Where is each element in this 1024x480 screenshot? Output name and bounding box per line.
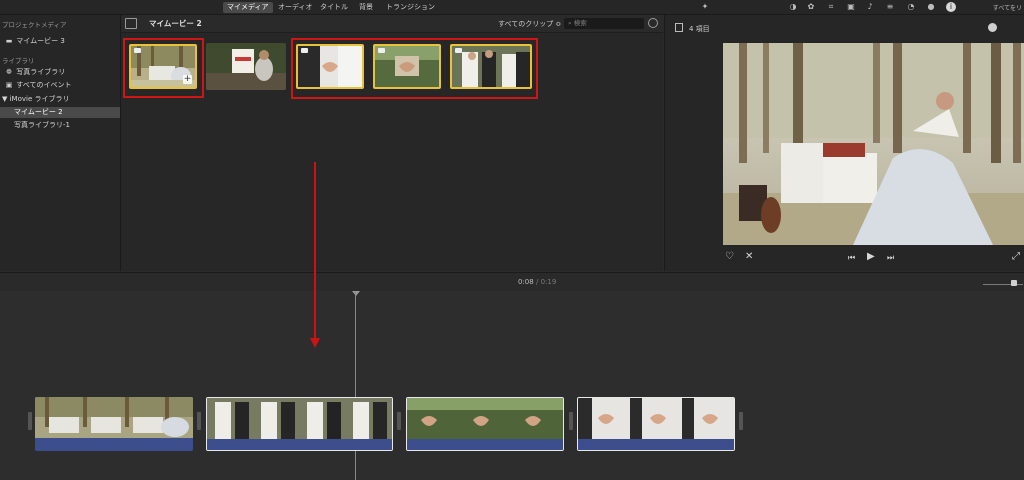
project-media-header: プロジェクトメディア: [2, 21, 67, 29]
clip-trim-handle[interactable]: [569, 412, 573, 430]
play-icon[interactable]: ▶: [867, 251, 875, 262]
sidebar-item-label: 写真ライブラリ: [16, 68, 66, 76]
total-time: 0:19: [540, 278, 557, 286]
timeline-clip-couple[interactable]: [206, 397, 393, 451]
audio-waveform: [207, 439, 392, 450]
clip-trim-handle[interactable]: [28, 412, 32, 430]
crop-icon[interactable]: ⌗: [826, 2, 836, 12]
tab-backgrounds[interactable]: 背景: [355, 2, 377, 13]
tea-party-frames: [35, 397, 193, 438]
sidebar-event-selected[interactable]: マイムービー 2: [0, 107, 120, 118]
info-icon[interactable]: i: [946, 2, 956, 12]
annotation-arrow-head: [310, 338, 320, 348]
current-time: 0:08: [518, 278, 534, 286]
fullscreen-icon[interactable]: ⤢: [1012, 251, 1020, 262]
item-count: 4 項目: [689, 25, 710, 33]
sidebar-item-label: すべてのイベント: [16, 81, 72, 89]
stabilization-icon[interactable]: ▣: [846, 2, 856, 12]
photos-icon: ❁: [6, 68, 12, 76]
couple-frames: [207, 398, 392, 439]
sidebar-item-photos[interactable]: ❁ 写真ライブラリ: [0, 67, 120, 78]
project-timeline[interactable]: [0, 291, 1024, 480]
noise-reduction-icon[interactable]: ≡: [885, 2, 895, 12]
tab-audio[interactable]: オーディオ: [274, 2, 317, 13]
audio-waveform: [578, 439, 734, 450]
library-sidebar: プロジェクトメディア ▬ マイムービー 3 ライブラリ ❁ 写真ライブラリ ▣ …: [0, 15, 121, 271]
tab-transitions[interactable]: トランジション: [382, 2, 439, 13]
annotation-box-right: [291, 38, 538, 99]
timeline-clip-tea-party[interactable]: [35, 397, 193, 451]
color-palette-icon[interactable]: ✿: [806, 2, 816, 12]
preview-frame-image: [723, 43, 1024, 245]
volume-icon[interactable]: ♪: [865, 2, 875, 12]
gear-icon[interactable]: [648, 18, 658, 28]
skip-back-icon[interactable]: ⏮: [848, 253, 855, 263]
clock-icon[interactable]: [988, 23, 997, 32]
sidebar-imovie-library[interactable]: ▼ iMovie ライブラリ: [0, 94, 122, 105]
clip-filter-select[interactable]: すべてのクリップ ≎: [498, 19, 561, 29]
library-header: ライブラリ: [2, 57, 35, 65]
film-icon: [675, 23, 683, 32]
forest-heart-frames: [407, 398, 563, 439]
reject-icon[interactable]: ✕: [745, 251, 753, 262]
speed-icon[interactable]: ◔: [906, 2, 916, 12]
star-box-icon: ▣: [5, 81, 13, 89]
sign-thumbnail-image: [206, 43, 286, 90]
filter-icon[interactable]: ●: [926, 2, 936, 12]
favorite-heart-icon[interactable]: ♡: [725, 251, 734, 262]
playhead-marker[interactable]: [352, 291, 360, 296]
video-preview[interactable]: [723, 43, 1024, 245]
search-placeholder: 検索: [573, 19, 587, 27]
audio-waveform: [35, 438, 193, 451]
clip-trim-handle[interactable]: [197, 412, 201, 430]
search-input[interactable]: ⌕ 検索: [564, 18, 644, 29]
annotation-arrow-line: [314, 162, 316, 340]
timeline-clip-heart-hands[interactable]: [577, 397, 735, 451]
color-balance-icon[interactable]: ◑: [788, 2, 798, 12]
adjustment-toolbar: ✦ ◑ ✿ ⌗ ▣ ♪ ≡ ◔ ● i すべてをリ: [664, 0, 1024, 15]
clip-trim-handle[interactable]: [739, 412, 743, 430]
sidebar-event-photos-1[interactable]: 写真ライブラリ-1: [0, 120, 120, 131]
tab-my-media[interactable]: マイメディア: [223, 2, 273, 13]
annotation-box-left: [123, 38, 204, 98]
timecode: 0:08 / 0:19: [518, 278, 556, 286]
browser-title: マイムービー 2: [149, 19, 202, 28]
viewer-panel: 4 項目 ♡ ✕ ⏮ ▶ ⏭ ⤢: [664, 15, 1024, 271]
skip-forward-icon[interactable]: ⏭: [887, 253, 894, 263]
timeline-clip-forest-heart[interactable]: [406, 397, 564, 451]
audio-waveform: [407, 439, 563, 450]
magic-wand-icon[interactable]: ✦: [700, 2, 710, 12]
media-browser: マイムービー 2 すべてのクリップ ≎ ⌕ 検索 +: [121, 15, 663, 271]
heart-hands-frames: [578, 398, 734, 439]
clip-trim-handle[interactable]: [397, 412, 401, 430]
time-separator: /: [535, 278, 539, 286]
clapper-icon: ▬: [5, 37, 13, 45]
playhead[interactable]: [355, 291, 356, 480]
zoom-slider-knob[interactable]: [1011, 280, 1017, 286]
toggle-sidebar-icon[interactable]: [125, 18, 137, 29]
browser-header: マイムービー 2 すべてのクリップ ≎ ⌕ 検索: [121, 15, 663, 33]
clip-thumbnail-sign[interactable]: [206, 43, 286, 90]
sidebar-item-project[interactable]: ▬ マイムービー 3: [0, 36, 120, 47]
tab-titles[interactable]: タイトル: [316, 2, 352, 13]
sidebar-item-label: マイムービー 3: [16, 37, 65, 45]
media-tab-bar: マイメディア オーディオ タイトル 背景 トランジション: [0, 0, 664, 15]
timeline-header: 0:08 / 0:19: [0, 272, 1024, 292]
zoom-slider[interactable]: [983, 284, 1023, 285]
sidebar-item-all-events[interactable]: ▣ すべてのイベント: [0, 80, 120, 91]
reset-all-label[interactable]: すべてをリ: [993, 3, 1022, 12]
